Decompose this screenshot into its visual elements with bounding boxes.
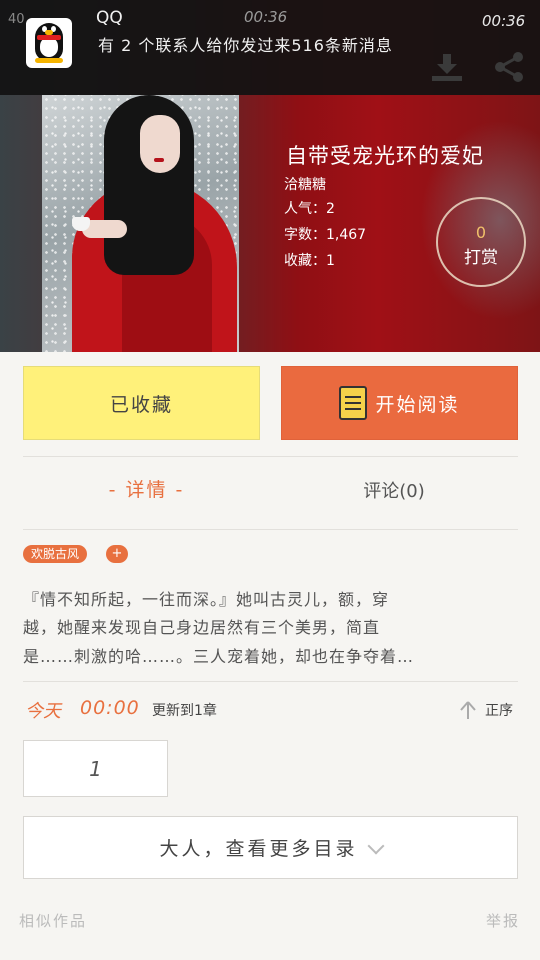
synopsis-line: 越，她醒来发现自己身边居然有三个美男，简直 bbox=[23, 618, 381, 637]
book-favorites: 收藏：1 bbox=[284, 253, 335, 269]
qq-penguin-icon bbox=[26, 18, 72, 68]
tip-count: 0 bbox=[475, 223, 487, 242]
book-title: 自带受宠光环的爱妃 bbox=[286, 144, 484, 168]
divider bbox=[23, 529, 518, 530]
sort-arrow-icon[interactable] bbox=[460, 700, 476, 720]
divider bbox=[23, 681, 518, 682]
chapter-number: 1 bbox=[89, 756, 102, 781]
cover-figure-face bbox=[140, 115, 180, 173]
qq-notification[interactable]: 40 00:36 00:36 QQ 有 2 个联系人给你发过来516条新消息 bbox=[0, 0, 540, 95]
share-icon[interactable] bbox=[492, 50, 526, 84]
more-catalog-button[interactable]: 大人，查看更多目录 bbox=[23, 816, 518, 879]
divider bbox=[23, 456, 518, 457]
download-icon[interactable] bbox=[430, 52, 464, 82]
book-author[interactable]: 洽糖糖 bbox=[284, 174, 326, 194]
similar-works-link[interactable]: 相似作品 bbox=[19, 910, 87, 931]
tip-button[interactable]: 0 打赏 bbox=[436, 197, 526, 287]
notification-app-name: QQ bbox=[96, 8, 123, 28]
status-time-faded: 00:36 bbox=[244, 8, 288, 26]
add-tag-button[interactable]: + bbox=[106, 545, 128, 563]
status-time: 00:36 bbox=[482, 12, 526, 30]
favorited-button[interactable]: 已收藏 bbox=[23, 366, 260, 440]
sort-order-button[interactable]: 正序 bbox=[485, 700, 513, 720]
cover-figure-cup bbox=[72, 217, 90, 231]
report-link[interactable]: 举报 bbox=[486, 910, 520, 931]
genre-tag[interactable]: 欢脱古风 bbox=[23, 545, 88, 563]
status-signal: 40 bbox=[8, 12, 25, 27]
book-popularity: 人气：2 bbox=[284, 201, 335, 217]
tip-label: 打赏 bbox=[464, 248, 498, 268]
chapter-item[interactable]: 1 bbox=[23, 740, 168, 797]
more-catalog-label: 大人，查看更多目录 bbox=[159, 838, 358, 860]
book-cover[interactable] bbox=[42, 95, 239, 352]
book-word-count: 字数：1,467 bbox=[284, 227, 367, 243]
chevron-down-icon bbox=[367, 837, 384, 854]
tab-detail[interactable]: - 详情 - bbox=[23, 475, 270, 502]
favorited-label: 已收藏 bbox=[109, 393, 173, 416]
update-time: 00:00 bbox=[80, 697, 140, 719]
cover-figure-lips bbox=[154, 158, 164, 162]
synopsis-line: 『情不知所起，一往而深。』她叫古灵儿，额，穿 bbox=[23, 590, 390, 609]
update-chapter-text: 更新到1章 bbox=[152, 703, 217, 719]
start-reading-button[interactable]: 开始阅读 bbox=[281, 366, 518, 440]
synopsis-line[interactable]: 是……刺激的哈……。三人宠着她，却也在争夺着… bbox=[23, 643, 414, 667]
book-icon bbox=[339, 386, 368, 420]
update-day: 今天 bbox=[25, 701, 61, 722]
start-reading-label: 开始阅读 bbox=[375, 393, 460, 416]
notification-message: 有 2 个联系人给你发过来516条新消息 bbox=[98, 36, 393, 55]
tab-comments[interactable]: 评论(0) bbox=[270, 477, 518, 503]
